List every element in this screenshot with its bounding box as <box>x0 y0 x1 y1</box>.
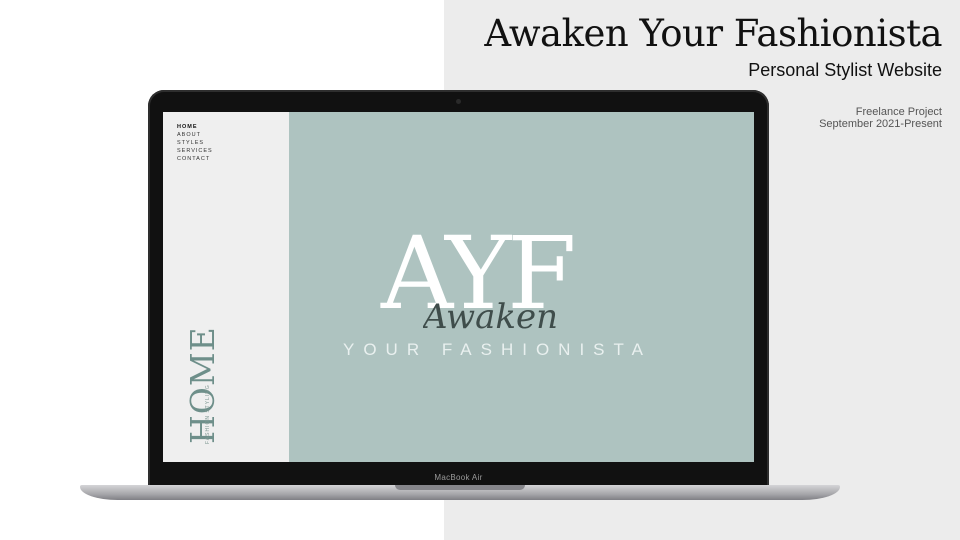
logo-tagline: YOUR FASHIONISTA <box>343 340 652 359</box>
logo-script: Awaken <box>423 297 558 337</box>
camera-icon <box>456 99 461 104</box>
slide-subtitle: Personal Stylist Website <box>748 60 942 80</box>
laptop-hinge-notch <box>395 485 525 490</box>
website-sidebar: HOME ABOUT STYLES SERVICES CONTACT HOME … <box>163 112 289 462</box>
nav-item-home[interactable]: HOME <box>177 123 213 131</box>
logo-script-text: Awaken <box>423 297 558 337</box>
project-type: Freelance Project <box>855 106 942 118</box>
project-dates: September 2021-Present <box>819 118 942 130</box>
laptop-base <box>80 485 840 500</box>
vertical-page-subheading: FASHION STYLING <box>205 384 211 444</box>
laptop-screen: HOME ABOUT STYLES SERVICES CONTACT HOME … <box>163 112 754 462</box>
website-nav: HOME ABOUT STYLES SERVICES CONTACT <box>177 123 213 163</box>
laptop-brand-label: MacBook Air <box>434 473 483 482</box>
nav-item-contact[interactable]: CONTACT <box>177 155 213 163</box>
nav-item-styles[interactable]: STYLES <box>177 139 213 147</box>
laptop-lid: HOME ABOUT STYLES SERVICES CONTACT HOME … <box>148 90 769 490</box>
nav-item-services[interactable]: SERVICES <box>177 147 213 155</box>
vertical-page-heading: HOME <box>183 326 222 444</box>
project-meta: Freelance Project September 2021-Present <box>819 106 942 130</box>
slide-title: Awaken Your Fashionista <box>484 12 942 55</box>
nav-item-about[interactable]: ABOUT <box>177 131 213 139</box>
